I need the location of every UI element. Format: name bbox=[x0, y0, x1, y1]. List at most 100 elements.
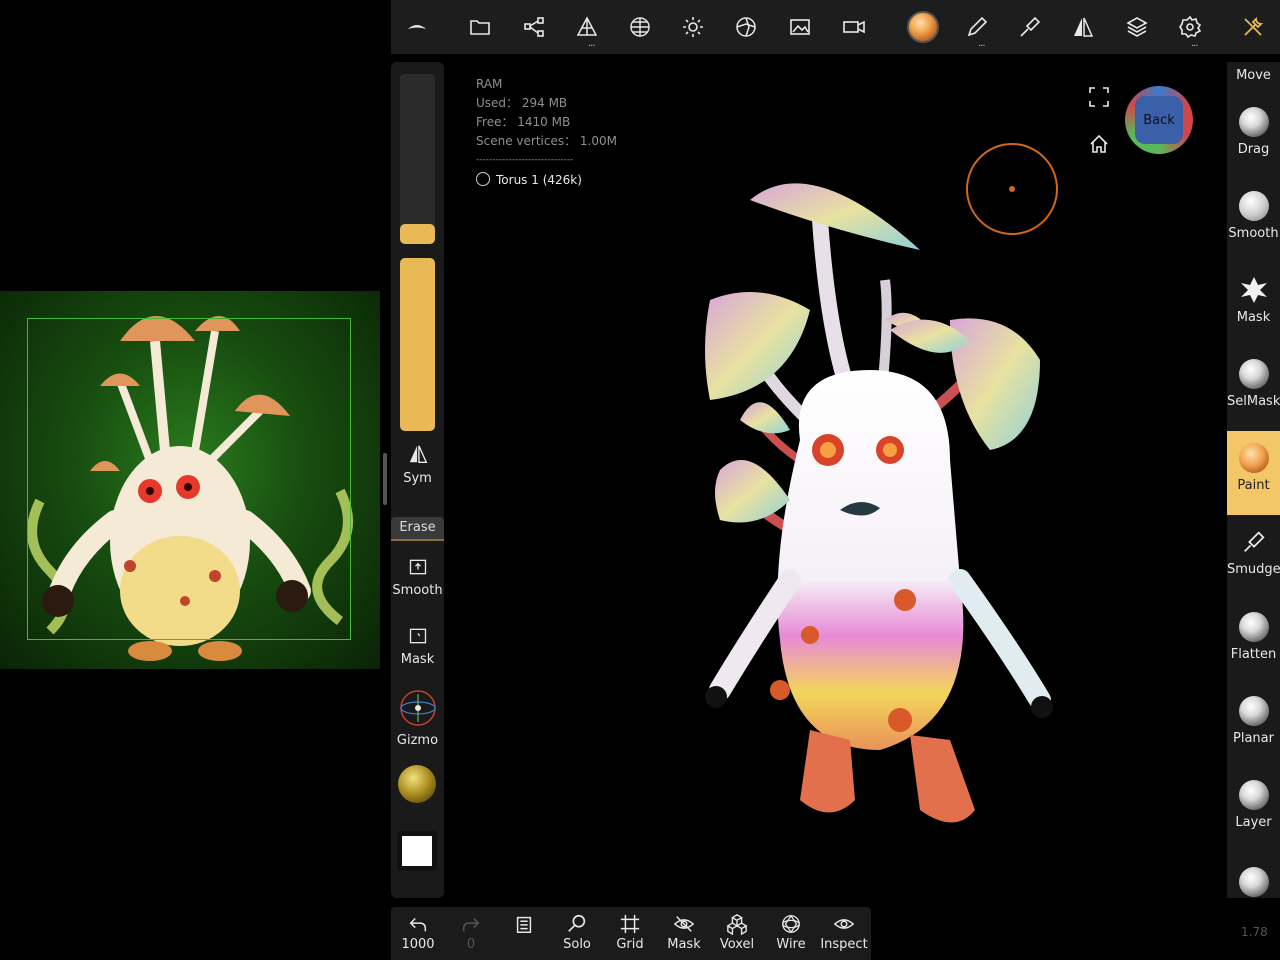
selmask-brush-icon bbox=[1238, 359, 1269, 389]
eye-slash-icon bbox=[673, 916, 695, 932]
left-tool-panel: Sym Erase Smooth Mask Gizmo bbox=[391, 62, 444, 898]
tool-smudge-label: Smudge bbox=[1227, 562, 1280, 577]
brush-cursor-center bbox=[1009, 186, 1015, 192]
scene-graph-icon[interactable] bbox=[517, 10, 551, 44]
mask-visibility-button[interactable]: Mask bbox=[659, 913, 709, 952]
smudge-brush-icon bbox=[1243, 531, 1265, 552]
smooth-shortcut-label: Smooth bbox=[392, 583, 443, 598]
radius-slider[interactable] bbox=[400, 74, 435, 244]
mask-brush-icon bbox=[1240, 277, 1267, 303]
scene-stats: RAM Used： 294 MB Free： 1410 MB Scene ver… bbox=[476, 75, 617, 190]
tool-paint-label: Paint bbox=[1237, 478, 1270, 493]
undo-button[interactable]: 1000 bbox=[393, 913, 443, 952]
redo-button[interactable]: 0 bbox=[446, 913, 496, 952]
tool-layer-label: Layer bbox=[1235, 815, 1272, 830]
tool-layer[interactable]: Layer bbox=[1227, 780, 1280, 830]
material-preview-ball[interactable] bbox=[398, 765, 436, 803]
stroke-brush-icon[interactable] bbox=[1013, 10, 1047, 44]
paint-material-preview-icon[interactable] bbox=[906, 10, 940, 44]
multiresolution-icon[interactable] bbox=[623, 10, 657, 44]
intensity-slider-fill[interactable] bbox=[400, 258, 435, 431]
folder-icon[interactable] bbox=[463, 10, 497, 44]
tool-planar[interactable]: Planar bbox=[1227, 696, 1280, 746]
inspect-button[interactable]: Inspect bbox=[819, 913, 869, 952]
smooth-shortcut-button[interactable]: Smooth bbox=[391, 557, 444, 598]
tool-smudge[interactable]: Smudge bbox=[1227, 528, 1280, 577]
erase-toggle[interactable]: Erase bbox=[391, 517, 444, 541]
solo-button[interactable]: Solo bbox=[552, 913, 602, 952]
paint-brush-icon bbox=[1238, 443, 1269, 473]
logo-icon[interactable] bbox=[400, 10, 434, 44]
wireframe-button[interactable]: Wire bbox=[766, 913, 816, 952]
voxel-label: Voxel bbox=[719, 937, 755, 952]
undo-count: 1000 bbox=[401, 937, 435, 952]
next-brush-icon bbox=[1238, 867, 1269, 897]
home-view-icon[interactable] bbox=[1089, 134, 1109, 154]
tool-mask-label: Mask bbox=[1236, 310, 1271, 325]
left-panel-resize-handle[interactable] bbox=[383, 453, 387, 505]
mask-visibility-label: Mask bbox=[667, 937, 701, 952]
history-button[interactable] bbox=[499, 913, 549, 937]
voxel-cubes-icon bbox=[726, 914, 748, 935]
tool-move[interactable]: Move bbox=[1227, 68, 1280, 83]
sym-button[interactable]: Sym bbox=[391, 443, 444, 486]
fullscreen-icon[interactable] bbox=[1089, 87, 1109, 107]
inspect-eye-icon bbox=[833, 919, 855, 929]
tool-mask[interactable]: Mask bbox=[1227, 275, 1280, 325]
top-toolbar: ... ... ... bbox=[391, 0, 1280, 54]
reference-frame bbox=[27, 318, 351, 640]
tool-paint[interactable]: Paint bbox=[1227, 431, 1280, 515]
history-stack-icon bbox=[516, 916, 532, 933]
symmetry-icon bbox=[409, 445, 427, 463]
smooth-brush-icon bbox=[1238, 191, 1269, 221]
lighting-icon[interactable] bbox=[676, 10, 710, 44]
selected-object-label: Torus 1 (426k) bbox=[496, 173, 582, 187]
sym-label: Sym bbox=[403, 471, 432, 486]
color-swatch-fill bbox=[402, 836, 432, 866]
solo-search-icon bbox=[568, 914, 586, 932]
mask-shortcut-icon bbox=[409, 628, 426, 644]
selected-object[interactable]: Torus 1 (426k) bbox=[476, 171, 617, 190]
settings-gear-icon[interactable] bbox=[1173, 10, 1207, 44]
tool-drag-label: Drag bbox=[1237, 142, 1270, 157]
tools-wrench-icon[interactable] bbox=[1236, 10, 1270, 44]
ram-label: RAM bbox=[476, 77, 503, 91]
layers-icon[interactable] bbox=[1120, 10, 1154, 44]
tool-next[interactable] bbox=[1227, 867, 1280, 902]
view-cube[interactable]: Back bbox=[1125, 86, 1193, 154]
settings-more-indicator: ... bbox=[1191, 38, 1198, 49]
background-image-icon[interactable] bbox=[783, 10, 817, 44]
redo-count: 0 bbox=[466, 937, 476, 952]
mask-shortcut-label: Mask bbox=[400, 652, 435, 667]
camera-icon[interactable] bbox=[837, 10, 871, 44]
material-icon[interactable] bbox=[729, 10, 763, 44]
layer-brush-icon bbox=[1238, 780, 1269, 810]
color-swatch[interactable] bbox=[397, 831, 437, 871]
tool-drag[interactable]: Drag bbox=[1227, 107, 1280, 157]
erase-label: Erase bbox=[399, 520, 436, 535]
grid-label: Grid bbox=[616, 937, 644, 952]
voxel-button[interactable]: Voxel bbox=[712, 913, 762, 952]
brush-pen-icon[interactable] bbox=[960, 10, 994, 44]
tool-selmask[interactable]: SelMask bbox=[1227, 359, 1280, 409]
mask-shortcut-button[interactable]: Mask bbox=[391, 626, 444, 667]
gizmo-label: Gizmo bbox=[396, 733, 439, 748]
right-tool-panel: Move Drag Smooth Mask SelMask Paint Smud… bbox=[1227, 62, 1280, 898]
tool-smooth[interactable]: Smooth bbox=[1227, 191, 1280, 241]
view-cube-face[interactable]: Back bbox=[1135, 96, 1183, 144]
gizmo-button[interactable]: Gizmo bbox=[391, 689, 444, 748]
radius-slider-fill[interactable] bbox=[400, 224, 435, 244]
tool-smooth-label: Smooth bbox=[1228, 226, 1279, 241]
grid-button[interactable]: Grid bbox=[605, 913, 655, 952]
object-mesh-icon bbox=[476, 172, 490, 186]
undo-icon bbox=[409, 917, 427, 932]
tool-flatten[interactable]: Flatten bbox=[1227, 612, 1280, 662]
ram-free: Free： 1410 MB bbox=[476, 115, 571, 129]
symmetry-icon[interactable] bbox=[1066, 10, 1100, 44]
tool-flatten-label: Flatten bbox=[1230, 647, 1277, 662]
drag-brush-icon bbox=[1238, 107, 1269, 137]
solo-label: Solo bbox=[563, 937, 591, 952]
topology-icon[interactable] bbox=[570, 10, 604, 44]
inspect-label: Inspect bbox=[820, 937, 868, 952]
viewport-3d-model[interactable] bbox=[680, 160, 1080, 840]
